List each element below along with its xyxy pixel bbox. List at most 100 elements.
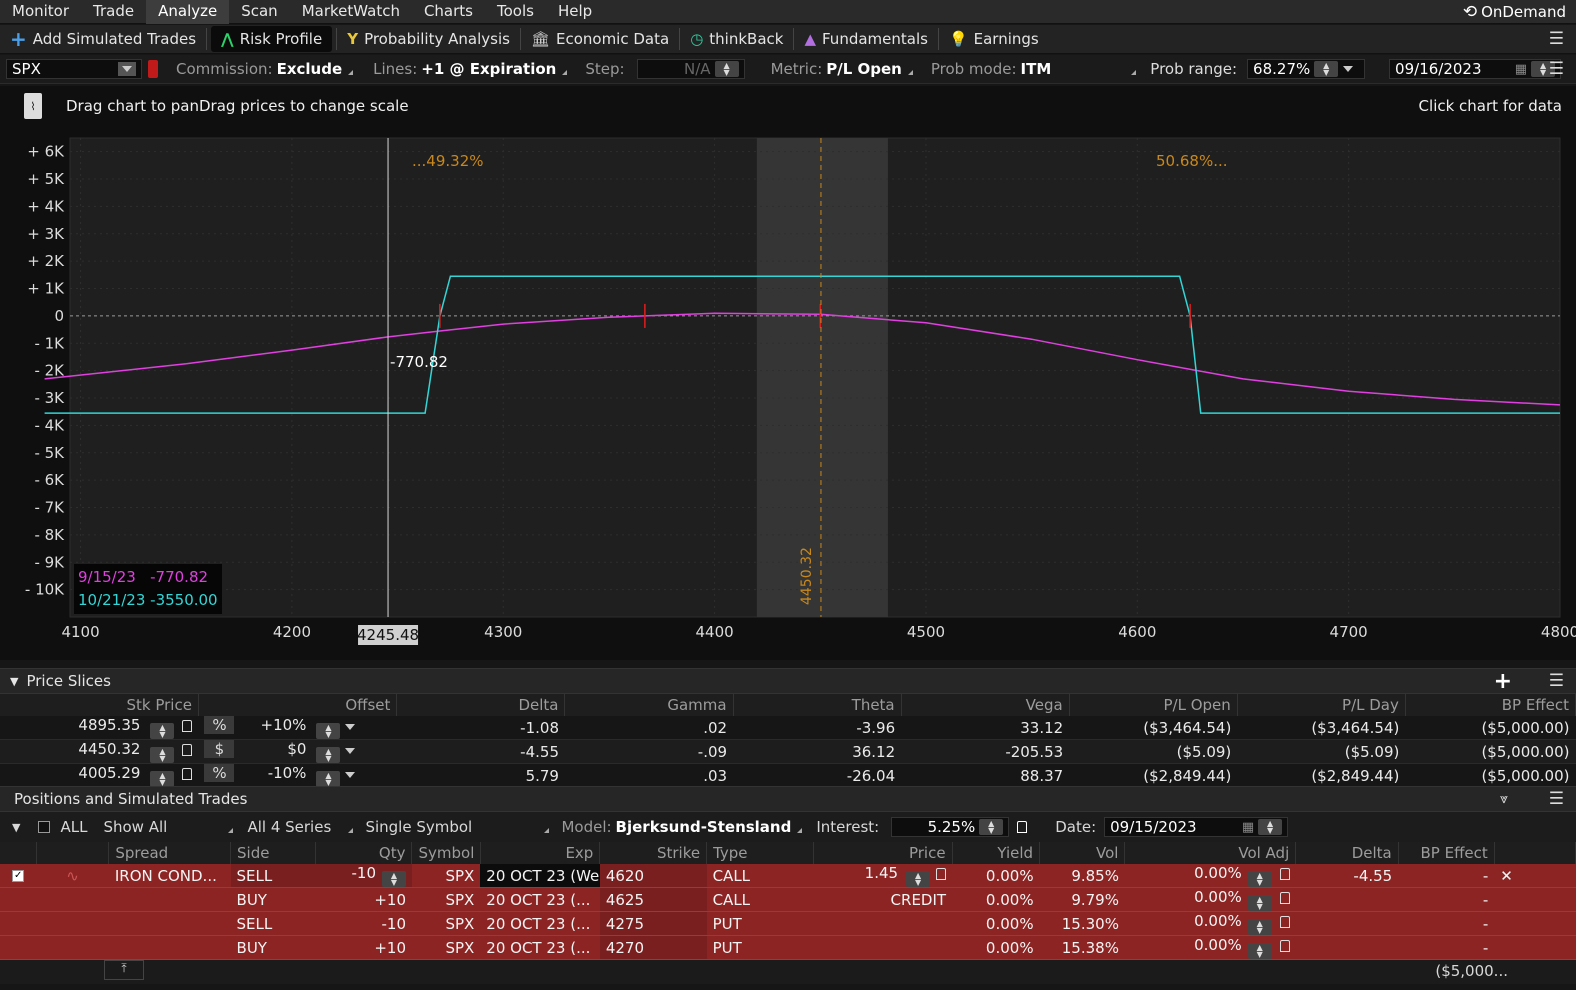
ondemand-button[interactable]: ⟲ OnDemand (1463, 0, 1566, 24)
qty-cell[interactable]: +10 (315, 935, 412, 960)
strike-cell[interactable]: 4270 (599, 935, 707, 960)
type-cell[interactable]: PUT (706, 935, 814, 960)
positions-menu-icon[interactable]: ☰ (1549, 789, 1564, 809)
params-menu-icon[interactable]: ☰ (1549, 59, 1564, 79)
strike-cell[interactable]: 4275 (599, 911, 707, 936)
vol-adj-cell[interactable]: 0.00% ▲ ▼ (1124, 935, 1296, 960)
type-cell[interactable]: PUT (706, 911, 814, 936)
price-slice-row[interactable]: 4005.29 ▲ ▼% -10% ▲ ▼ 5.79.03 -26.04 88.37 ($2,84… (0, 763, 1576, 788)
column-header[interactable]: Vega (901, 694, 1070, 716)
price-cell[interactable] (813, 911, 953, 936)
lock-icon[interactable] (936, 867, 947, 880)
chevron-down-icon[interactable] (345, 748, 356, 754)
positions-header[interactable]: Positions and Simulated Trades ⩔ ☰ (0, 786, 1576, 812)
lock-icon[interactable] (1279, 939, 1290, 952)
menu-tools[interactable]: Tools (485, 0, 546, 24)
price-slice-row[interactable]: 4895.35 ▲ ▼% +10% ▲ ▼ -1.08.02 -3.96 33.12 ($3,46… (0, 716, 1576, 740)
show-all-dropdown[interactable]: Show All (103, 818, 234, 836)
lock-icon[interactable] (1279, 891, 1290, 904)
column-header[interactable]: Price (813, 842, 953, 864)
add-slice-icon[interactable]: + (1494, 669, 1512, 694)
column-header[interactable]: Offset (198, 694, 398, 716)
strike-cell[interactable]: 4625 (599, 887, 707, 912)
chevron-down-icon[interactable] (345, 724, 356, 730)
menu-charts[interactable]: Charts (412, 0, 485, 24)
scroll-top-icon[interactable]: ⤒ (104, 960, 144, 980)
lock-icon[interactable] (182, 767, 193, 780)
spread-cell[interactable] (108, 935, 231, 960)
chevron-down-icon[interactable] (1343, 66, 1354, 72)
column-header[interactable]: Spread (108, 842, 232, 864)
analysis-date-input[interactable]: 09/16/2023 ▦ ▲ ▼ (1389, 59, 1562, 79)
menu-monitor[interactable]: Monitor (0, 0, 81, 24)
leg-select-cell[interactable] (0, 887, 37, 912)
calendar-icon[interactable]: ▦ (1515, 62, 1527, 77)
offset-cell[interactable]: % -10% ▲ ▼ (198, 763, 397, 788)
chevron-down-icon[interactable]: ▼ (10, 675, 18, 688)
column-header[interactable]: BP Effect (1398, 842, 1495, 864)
vol-adj-cell[interactable]: 0.00% ▲ ▼ (1124, 864, 1296, 888)
add-simulated-trades-tab[interactable]: + Add Simulated Trades (0, 26, 206, 52)
exp-cell[interactable]: 20 OCT 23 (... (480, 911, 600, 936)
menu-scan[interactable]: Scan (229, 0, 289, 24)
spread-cell[interactable]: IRON COND... (108, 864, 231, 888)
stepper-icon[interactable]: ▲ ▼ (316, 723, 341, 739)
economic-data-tab[interactable]: 🏛 Economic Data (521, 26, 679, 52)
position-leg-row[interactable]: SELL -10 SPX 20 OCT 23 (... 4275 PUT 0.00% 15.3… (0, 911, 1576, 936)
type-cell[interactable]: CALL (706, 864, 814, 888)
offset-mode[interactable]: $ (204, 740, 235, 758)
offset-mode[interactable]: % (204, 764, 235, 782)
stepper-icon[interactable]: ▲ ▼ (979, 819, 1004, 835)
strike-cell[interactable]: 4620 (599, 864, 707, 888)
column-header[interactable]: Delta (396, 694, 566, 716)
offset-cell[interactable]: $ $0 ▲ ▼ (198, 739, 397, 764)
interest-input[interactable]: 5.25% ▲ ▼ (891, 817, 1010, 837)
column-header[interactable]: Theta (733, 694, 902, 716)
chevron-down-icon[interactable]: ▼ (12, 821, 20, 834)
leg-select-cell[interactable] (0, 911, 37, 936)
menu-analyze[interactable]: Analyze (146, 0, 230, 24)
symbol-selector[interactable]: SPX (6, 59, 142, 79)
close-icon[interactable]: ✕ (1500, 867, 1513, 885)
stepper-icon[interactable]: ▲ ▼ (316, 771, 341, 787)
column-header[interactable]: P/L Open (1069, 694, 1238, 716)
column-header[interactable]: Delta (1295, 842, 1399, 864)
stk-price-cell[interactable]: 4895.35 ▲ ▼ (0, 716, 199, 740)
step-input[interactable]: N/A ▲ ▼ (636, 59, 745, 79)
spread-cell[interactable] (108, 911, 231, 936)
stepper-icon[interactable]: ▲ ▼ (1314, 61, 1339, 77)
menu-trade[interactable]: Trade (81, 0, 146, 24)
qty-cell[interactable]: +10 (315, 887, 412, 912)
lock-icon[interactable] (182, 743, 193, 756)
stepper-icon[interactable]: ▲ ▼ (714, 61, 739, 77)
chart-svg[interactable]: + 6K+ 5K+ 4K+ 3K+ 2K+ 1K0- 1K- 2K- 3K- 4… (0, 86, 1576, 660)
earnings-tab[interactable]: 💡 Earnings (939, 26, 1049, 52)
column-header[interactable]: Qty (315, 842, 413, 864)
toolbar-menu-icon[interactable]: ☰ (1549, 29, 1564, 49)
side-cell[interactable]: SELL (230, 911, 316, 936)
price-cell[interactable] (813, 935, 953, 960)
stepper-icon[interactable]: ▲ ▼ (1247, 871, 1272, 887)
probrange-input[interactable]: 68.27% ▲ ▼ (1247, 59, 1366, 79)
column-header[interactable]: Vol (1039, 842, 1126, 864)
lines-setting[interactable]: Lines: +1 @ Expiration (373, 60, 568, 78)
side-cell[interactable]: BUY (230, 887, 316, 912)
price-slice-row[interactable]: 4450.32 ▲ ▼ $ $0 ▲ ▼ -4.55 -.09 36.12 -205.53 ($5.0… (0, 739, 1576, 764)
stepper-icon[interactable]: ▲ ▼ (316, 747, 341, 763)
stepper-icon[interactable]: ▲ ▼ (1247, 919, 1272, 935)
lock-icon[interactable] (1279, 867, 1290, 880)
position-leg-row[interactable]: BUY +10 SPX 20 OCT 23 (... 4625 CALL CREDIT 0.0… (0, 887, 1576, 912)
offset-mode[interactable]: % (204, 716, 235, 734)
chart-settings-icon[interactable]: ⌇ (24, 93, 42, 119)
lock-icon[interactable] (1279, 915, 1290, 928)
stepper-icon[interactable]: ▲ ▼ (150, 723, 175, 739)
collapse-icon[interactable]: ⩔ (1500, 791, 1508, 807)
leg-select-cell[interactable]: ✓ (0, 864, 37, 888)
menu-help[interactable]: Help (546, 0, 604, 24)
side-cell[interactable]: SELL (230, 864, 316, 888)
commission-setting[interactable]: Commission: Exclude (176, 60, 354, 78)
leg-select-cell[interactable] (0, 935, 37, 960)
stepper-icon[interactable]: ▲ ▼ (906, 871, 931, 887)
fundamentals-tab[interactable]: ▲ Fundamentals (794, 26, 937, 52)
price-cell[interactable]: 1.45 ▲ ▼ (813, 864, 953, 888)
